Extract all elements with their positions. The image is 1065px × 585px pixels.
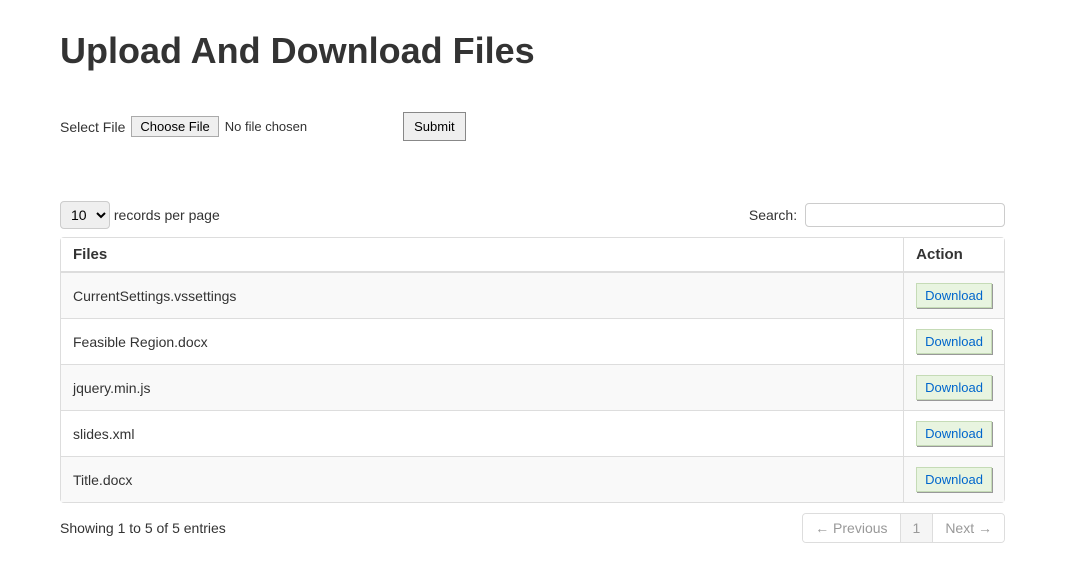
select-file-label: Select File (60, 119, 125, 135)
file-name-cell: Title.docx (61, 456, 903, 502)
download-button[interactable]: Download (916, 375, 992, 400)
table-row: jquery.min.js Download (61, 364, 1004, 410)
table-row: CurrentSettings.vssettings Download (61, 272, 1004, 318)
download-button[interactable]: Download (916, 467, 992, 492)
file-status-text: No file chosen (225, 119, 307, 134)
file-name-cell: jquery.min.js (61, 364, 903, 410)
download-button[interactable]: Download (916, 421, 992, 446)
column-header-files[interactable]: Files (61, 238, 903, 272)
table-row: slides.xml Download (61, 410, 1004, 456)
file-input[interactable]: Choose File No file chosen (131, 116, 307, 137)
table-row: Title.docx Download (61, 456, 1004, 502)
table-row: Feasible Region.docx Download (61, 318, 1004, 364)
records-per-page-label: records per page (114, 207, 220, 223)
page-length-control: 10 records per page (60, 201, 220, 229)
download-button[interactable]: Download (916, 283, 992, 308)
download-button[interactable]: Download (916, 329, 992, 354)
page-title: Upload And Download Files (60, 30, 1005, 72)
file-name-cell: CurrentSettings.vssettings (61, 272, 903, 318)
search-control: Search: (749, 203, 1005, 227)
page-length-select[interactable]: 10 (60, 201, 110, 229)
file-name-cell: Feasible Region.docx (61, 318, 903, 364)
next-button[interactable]: Next → (932, 514, 1004, 542)
table-controls: 10 records per page Search: (60, 201, 1005, 229)
files-table: Files Action CurrentSettings.vssettings … (60, 237, 1005, 503)
table-footer: Showing 1 to 5 of 5 entries ← Previous 1… (60, 513, 1005, 543)
column-header-action[interactable]: Action (903, 238, 1004, 272)
search-label: Search: (749, 207, 797, 223)
choose-file-button[interactable]: Choose File (131, 116, 218, 137)
page-number-button[interactable]: 1 (900, 514, 933, 542)
table-info: Showing 1 to 5 of 5 entries (60, 520, 226, 536)
file-name-cell: slides.xml (61, 410, 903, 456)
submit-button[interactable]: Submit (403, 112, 465, 141)
pagination: ← Previous 1 Next → (802, 513, 1005, 543)
search-input[interactable] (805, 203, 1005, 227)
previous-button[interactable]: ← Previous (803, 514, 899, 542)
upload-form: Select File Choose File No file chosen S… (60, 112, 1005, 141)
